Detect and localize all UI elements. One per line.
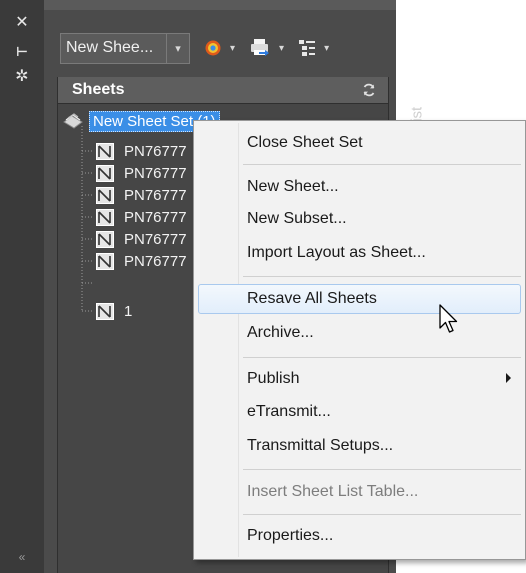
menu-item-label: Insert Sheet List Table...	[247, 483, 419, 500]
sheet-label: 1	[124, 302, 133, 320]
menu-separator	[243, 514, 521, 515]
sheet-label: PN76777	[124, 142, 187, 160]
menu-item-archive[interactable]: Archive...	[194, 318, 525, 348]
tree-node-sheet[interactable]: PN76777	[96, 184, 187, 206]
sheet-label: PN76777	[124, 252, 187, 270]
tree-node-sheet[interactable]: PN76777	[96, 162, 187, 184]
tree-node-sheet[interactable]: PN76777	[96, 140, 187, 162]
sheet-icon	[96, 186, 114, 204]
menu-item-new-subset[interactable]: New Subset...	[194, 204, 525, 234]
sheet-icon	[96, 230, 114, 248]
menu-item-transmittal-setups[interactable]: Transmittal Setups...	[194, 431, 525, 461]
sheet-icon	[96, 302, 114, 320]
tree-node-sheet[interactable]: PN76777	[96, 228, 187, 250]
menu-item-label: Transmittal Setups...	[247, 437, 394, 454]
menu-separator	[243, 357, 521, 358]
menu-item-insert-sheet-list-table: Insert Sheet List Table...	[194, 477, 525, 507]
menu-item-label: New Sheet...	[247, 178, 339, 195]
sheet-icon	[96, 164, 114, 182]
sheet-label: PN76777	[124, 208, 187, 226]
sheet-label: PN76777	[124, 230, 187, 248]
menu-item-etransmit[interactable]: eTransmit...	[194, 397, 525, 427]
sheet-icon	[96, 252, 114, 270]
menu-item-close-sheet-set[interactable]: Close Sheet Set	[194, 128, 525, 158]
menu-item-label: Import Layout as Sheet...	[247, 244, 426, 261]
menu-item-label: Resave All Sheets	[247, 290, 377, 307]
menu-item-label: Publish	[247, 370, 300, 387]
tree-node-sheet[interactable]: PN76777	[96, 250, 187, 272]
menu-separator	[243, 164, 521, 165]
menu-separator	[243, 276, 521, 277]
menu-item-label: Close Sheet Set	[247, 134, 363, 151]
menu-item-import-layout[interactable]: Import Layout as Sheet...	[194, 238, 525, 268]
menu-item-label: Archive...	[247, 324, 314, 341]
submenu-arrow-icon	[506, 373, 511, 383]
menu-item-resave-all-sheets[interactable]: Resave All Sheets	[198, 284, 521, 314]
sheet-icon	[96, 142, 114, 160]
tree-node-sheet[interactable]: 1	[96, 300, 132, 322]
sheet-icon	[96, 208, 114, 226]
menu-item-properties[interactable]: Properties...	[194, 521, 525, 551]
sheet-label: PN76777	[124, 186, 187, 204]
menu-item-new-sheet[interactable]: New Sheet...	[194, 172, 525, 202]
sheet-label: PN76777	[124, 164, 187, 182]
menu-item-label: eTransmit...	[247, 403, 331, 420]
mouse-pointer-icon	[439, 304, 458, 333]
menu-item-label: New Subset...	[247, 210, 347, 227]
tree-node-sheet[interactable]: PN76777	[96, 206, 187, 228]
menu-item-label: Properties...	[247, 527, 334, 544]
context-menu: Close Sheet Set New Sheet... New Subset.…	[193, 120, 526, 560]
menu-item-publish[interactable]: Publish	[194, 364, 525, 394]
sheet-set-icon	[61, 111, 89, 131]
menu-separator	[243, 469, 521, 470]
